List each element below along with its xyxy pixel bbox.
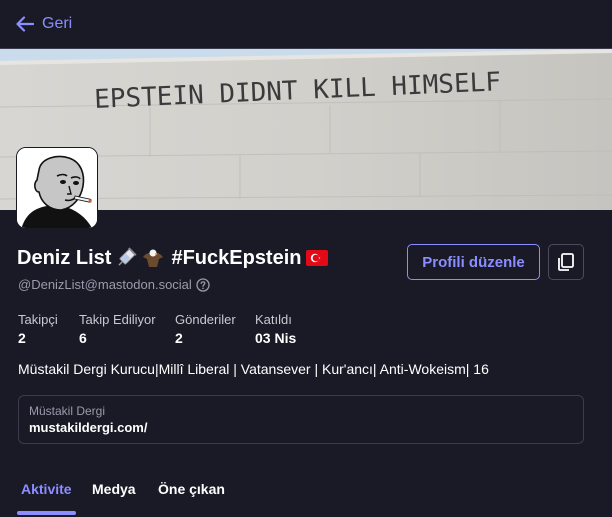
stat-label: Katıldı xyxy=(255,312,292,327)
copy-link-button[interactable] xyxy=(548,244,584,280)
stat-value: 2 xyxy=(175,330,183,346)
tab-media[interactable]: Medya xyxy=(92,481,136,497)
profile-bio: Müstakil Dergi Kurucu|Millî Liberal | Va… xyxy=(18,361,489,377)
turkey-flag-icon xyxy=(305,250,328,266)
stat-value: 03 Nis xyxy=(255,330,297,346)
hashtag-text: #FuckEpstein xyxy=(171,246,302,269)
avatar[interactable] xyxy=(16,147,98,229)
stat-label: Takipçi xyxy=(18,312,58,327)
display-name: Deniz List xyxy=(17,246,112,269)
stat-label: Takip Ediliyor xyxy=(79,312,156,327)
active-tab-indicator xyxy=(17,511,76,515)
profile-field: Müstakil Dergi mustakildergi.com/ xyxy=(18,395,584,444)
wojak-avatar-image xyxy=(17,148,97,228)
back-label: Geri xyxy=(42,15,73,32)
stat-label: Gönderiler xyxy=(175,312,236,327)
stat-followers[interactable]: Takipçi 2 xyxy=(18,312,58,346)
handle-text: @DenizList@mastodon.social xyxy=(18,277,192,292)
stat-value: 2 xyxy=(18,330,26,346)
stat-joined: Katıldı 03 Nis xyxy=(255,312,296,346)
tab-activity[interactable]: Aktivite xyxy=(21,481,72,497)
account-handle: @DenizList@mastodon.social xyxy=(18,277,210,292)
tab-featured[interactable]: Öne çıkan xyxy=(158,481,225,497)
stat-posts[interactable]: Gönderiler 2 xyxy=(175,312,236,346)
profile-name-row: Deniz List #FuckEpstein xyxy=(17,245,328,271)
back-button[interactable]: Geri xyxy=(16,12,72,36)
profile-tabs: Aktivite Medya Öne çıkan xyxy=(0,472,612,517)
copy-icon xyxy=(558,253,574,271)
eagle-icon xyxy=(141,247,165,269)
field-name: Müstakil Dergi xyxy=(29,404,106,418)
edit-profile-button[interactable]: Profili düzenle xyxy=(407,244,540,280)
help-icon[interactable] xyxy=(196,277,210,292)
field-value-link[interactable]: mustakildergi.com/ xyxy=(29,420,573,435)
top-bar: Geri xyxy=(0,0,612,48)
arrow-left-icon xyxy=(16,16,34,32)
syringe-icon xyxy=(115,247,138,269)
stat-following[interactable]: Takip Ediliyor 6 xyxy=(79,312,156,346)
stat-value: 6 xyxy=(79,330,87,346)
